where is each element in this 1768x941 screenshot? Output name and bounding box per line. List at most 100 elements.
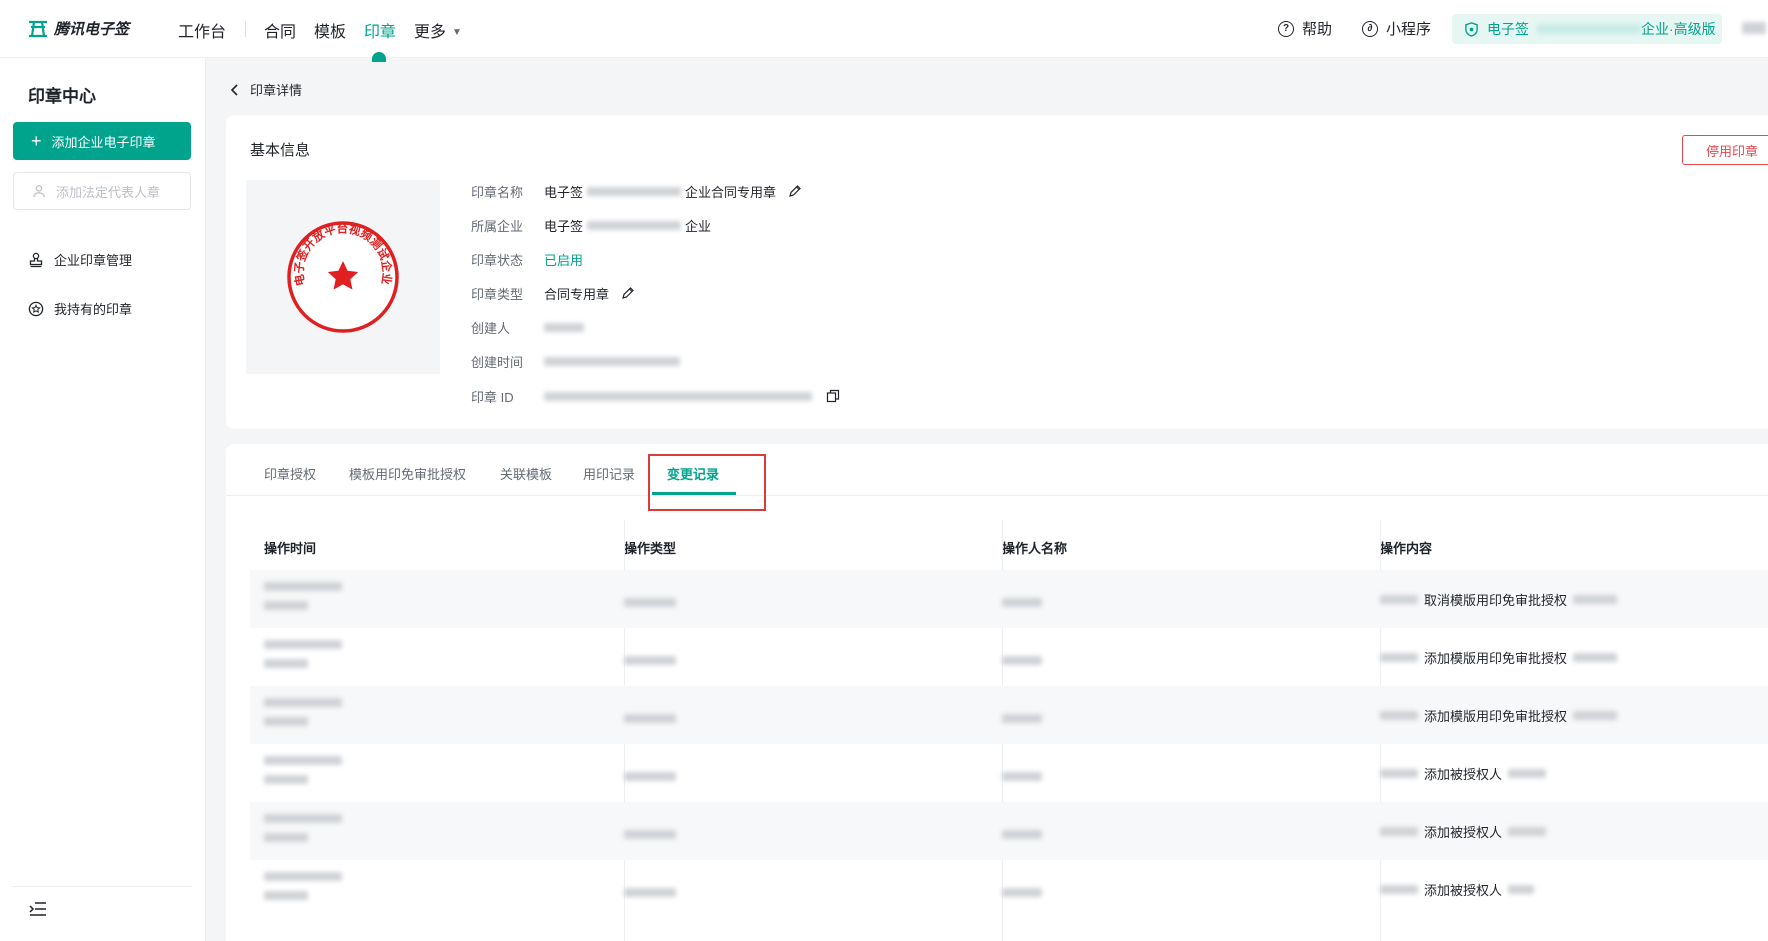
redacted-text bbox=[264, 698, 342, 707]
redacted-text bbox=[624, 714, 676, 724]
company-prefix: 电子签 bbox=[544, 218, 584, 234]
nav-workbench[interactable]: 工作台 bbox=[178, 18, 226, 42]
nav-active-indicator bbox=[372, 52, 386, 62]
field-label: 创建人 bbox=[471, 320, 511, 336]
sidebar: 印章中心 + 添加企业电子印章 添加法定代表人章 企业印章管理 我持有的印章 bbox=[0, 58, 206, 941]
redacted-text bbox=[544, 356, 680, 366]
cell-type bbox=[624, 768, 676, 783]
collapse-menu-icon[interactable] bbox=[28, 900, 48, 918]
redacted-text bbox=[1002, 830, 1042, 840]
redacted-user-name[interactable] bbox=[1742, 22, 1766, 34]
miniprogram-link[interactable]: ∂ 小程序 bbox=[1362, 18, 1431, 39]
redacted-text bbox=[264, 756, 342, 765]
plan-prefix: 电子签 bbox=[1487, 21, 1529, 37]
caret-down-icon: ▼ bbox=[452, 27, 462, 38]
brand-logo[interactable]: 腾讯电子签 bbox=[28, 18, 129, 39]
tab-seal-authorization[interactable]: 印章授权 bbox=[264, 464, 316, 483]
field-label: 创建时间 bbox=[471, 354, 524, 370]
page-title: 印章详情 bbox=[250, 83, 303, 98]
field-creator: 创建人 bbox=[471, 317, 1071, 337]
field-label: 所属企业 bbox=[471, 218, 524, 234]
cell-time bbox=[264, 698, 342, 726]
miniprogram-label: 小程序 bbox=[1386, 21, 1432, 38]
stamp-icon bbox=[29, 252, 43, 267]
sidebar-item-company-seals[interactable]: 企业印章管理 bbox=[28, 250, 132, 269]
redacted-text bbox=[264, 891, 308, 900]
enterprise-plan-badge[interactable]: 电子签 企业·高级版 bbox=[1452, 14, 1722, 44]
cell-type bbox=[624, 884, 676, 899]
redacted-text bbox=[1508, 885, 1535, 894]
redacted-text bbox=[264, 814, 342, 823]
redacted-text bbox=[1380, 711, 1418, 720]
redacted-text bbox=[264, 659, 308, 668]
edit-icon[interactable] bbox=[788, 184, 802, 198]
tab-linked-templates[interactable]: 关联模板 bbox=[500, 464, 552, 483]
redacted-text bbox=[264, 717, 308, 726]
nav-template[interactable]: 模板 bbox=[314, 18, 346, 42]
redacted-text bbox=[624, 772, 676, 782]
redacted-text bbox=[1380, 827, 1418, 836]
copy-icon[interactable] bbox=[826, 389, 840, 403]
logo-text: 腾讯电子签 bbox=[54, 21, 130, 38]
add-legal-seal-button[interactable]: 添加法定代表人章 bbox=[13, 172, 191, 210]
table-row: 添加被授权人 bbox=[250, 802, 1768, 860]
nav-more[interactable]: 更多 ▼ bbox=[414, 18, 462, 42]
cell-time bbox=[264, 872, 342, 900]
disable-seal-button[interactable]: 停用印章 bbox=[1682, 135, 1768, 165]
back-link[interactable]: 印章详情 bbox=[230, 80, 302, 99]
edit-icon[interactable] bbox=[621, 286, 635, 300]
tab-usage-records[interactable]: 用印记录 bbox=[583, 464, 635, 483]
redacted-text bbox=[1380, 595, 1418, 604]
add-company-seal-button[interactable]: + 添加企业电子印章 bbox=[13, 122, 191, 160]
cell-type bbox=[624, 826, 676, 841]
redacted-text bbox=[624, 598, 676, 608]
field-seal-name: 印章名称 电子签 企业合同专用章 bbox=[471, 181, 1071, 201]
redacted-text bbox=[1002, 714, 1042, 724]
content-text: 取消模版用印免审批授权 bbox=[1424, 593, 1568, 608]
cell-operator bbox=[1002, 884, 1042, 899]
field-value: 合同专用章 bbox=[544, 284, 635, 303]
cell-time bbox=[264, 756, 342, 784]
cell-time bbox=[264, 640, 342, 668]
redacted-text bbox=[1002, 656, 1042, 666]
field-value bbox=[544, 322, 584, 332]
redacted-company-name bbox=[1537, 24, 1641, 34]
chevron-left-icon bbox=[230, 83, 238, 96]
field-seal-id: 印章 ID bbox=[471, 386, 1071, 406]
redacted-text bbox=[1380, 769, 1418, 778]
cell-operator bbox=[1002, 710, 1042, 725]
nav-seal[interactable]: 印章 bbox=[364, 18, 396, 42]
redacted-text bbox=[587, 186, 682, 196]
redacted-text bbox=[1002, 772, 1042, 782]
tab-template-exemption[interactable]: 模板用印免审批授权 bbox=[349, 464, 466, 483]
field-value bbox=[544, 356, 680, 366]
sidebar-title: 印章中心 bbox=[28, 87, 96, 106]
redacted-text bbox=[1002, 888, 1042, 898]
redacted-text bbox=[624, 830, 676, 840]
change-log-card: 印章授权 模板用印免审批授权 关联模板 用印记录 变更记录 操作时间 操作类型 … bbox=[226, 444, 1768, 941]
redacted-text bbox=[544, 391, 812, 401]
sidebar-item-label: 我持有的印章 bbox=[54, 302, 133, 317]
field-value bbox=[544, 389, 840, 403]
highlight-box bbox=[648, 454, 766, 511]
redacted-text bbox=[264, 582, 342, 591]
sidebar-item-my-seals[interactable]: 我持有的印章 bbox=[28, 299, 132, 318]
status-badge: 已启用 bbox=[544, 252, 584, 268]
field-type: 印章类型 合同专用章 bbox=[471, 283, 1071, 303]
field-label: 印章状态 bbox=[471, 252, 524, 268]
redacted-text bbox=[544, 322, 584, 332]
help-link[interactable]: ? 帮助 bbox=[1278, 18, 1332, 39]
plus-icon: + bbox=[31, 131, 42, 151]
seal-preview: 电子签开放平台视频测试企业 bbox=[246, 180, 440, 374]
cell-time bbox=[264, 814, 342, 842]
cell-content: 添加模版用印免审批授权 bbox=[1380, 648, 1618, 667]
miniprogram-icon: ∂ bbox=[1362, 20, 1378, 37]
cell-operator bbox=[1002, 594, 1042, 609]
table-row: 添加模版用印免审批授权 bbox=[250, 686, 1768, 744]
redacted-text bbox=[1573, 595, 1618, 604]
redacted-text bbox=[1380, 653, 1418, 662]
plan-suffix: 企业·高级版 bbox=[1641, 21, 1716, 37]
table-row: 添加被授权人 bbox=[250, 744, 1768, 802]
nav-contract[interactable]: 合同 bbox=[264, 18, 296, 42]
field-created-time: 创建时间 bbox=[471, 351, 1071, 371]
